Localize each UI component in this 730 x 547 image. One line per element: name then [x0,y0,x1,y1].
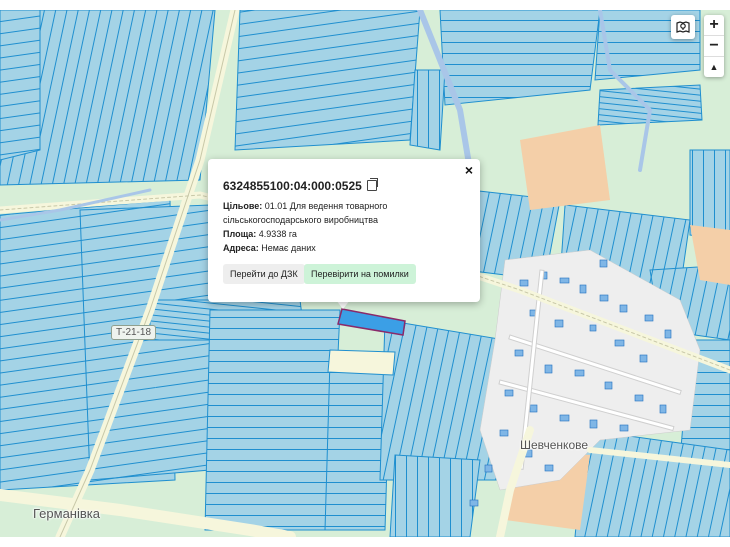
purpose-row: Цільове: 01.01 Для ведення товарного сіл… [223,199,473,227]
road-code-badge: Т-21-18 [111,325,157,340]
cadastral-number: 6324855100:04:000:0525 [223,178,378,193]
zoom-in-button[interactable]: + [704,15,724,35]
check-errors-button[interactable]: Перевірити на помилки [304,264,416,284]
address-value: Немає даних [261,243,316,253]
purpose-label: Цільове: [223,201,263,211]
copy-icon[interactable] [366,178,378,191]
close-icon[interactable]: × [465,162,473,178]
map-pin-icon [676,21,690,33]
village-label-shevchenkove: Шевченкове [520,438,589,452]
cadastre-toggle-button[interactable] [671,15,695,39]
zoom-out-button[interactable]: − [704,35,724,56]
parcel-info: Цільове: 01.01 Для ведення товарного сіл… [223,199,473,255]
parcel-popup: × 6324855100:04:000:0525 Цільове: 01.01 … [208,159,480,302]
village-label-germanivka: Германівка [33,506,100,521]
area-row: Площа: 4.9338 га [223,227,473,241]
cadastral-number-text: 6324855100:04:000:0525 [223,179,362,193]
compass-icon: ▲ [709,62,719,72]
compass-button[interactable]: ▲ [704,56,724,77]
zoom-controls: + − ▲ [704,15,724,77]
address-row: Адреса: Немає даних [223,241,473,255]
go-to-dzk-button[interactable]: Перейти до ДЗК [223,264,305,284]
area-value: 4.9338 га [258,229,297,239]
address-label: Адреса: [223,243,259,253]
area-label: Площа: [223,229,257,239]
